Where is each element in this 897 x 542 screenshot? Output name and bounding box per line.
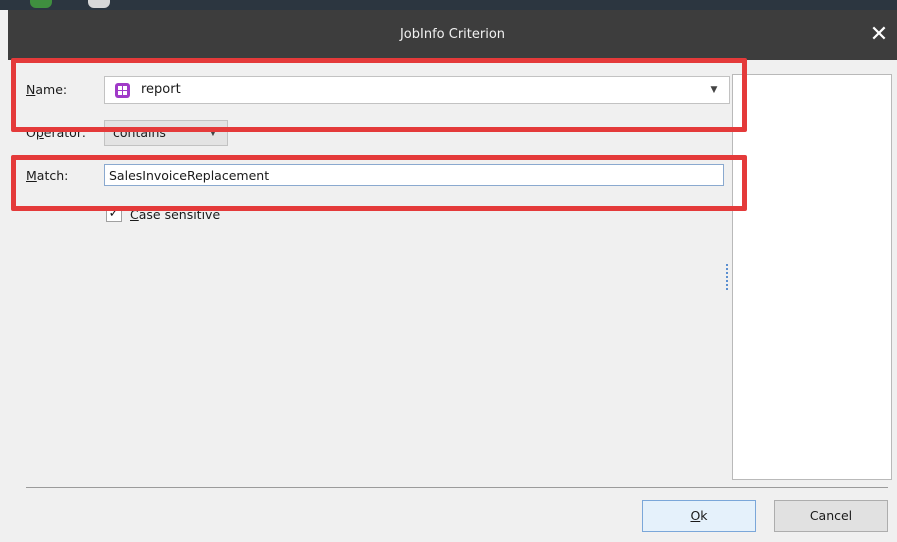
operator-label: Operator: <box>26 125 86 140</box>
close-icon[interactable]: ✕ <box>861 10 897 60</box>
match-label: Match: <box>26 168 69 183</box>
name-label: Name: <box>26 82 68 97</box>
report-icon <box>115 83 130 98</box>
chevron-down-icon[interactable]: ▼ <box>701 79 727 101</box>
dialog-body: Name: report ▼ Operator: contains ▼ Matc… <box>8 60 897 542</box>
desktop-app-icon <box>30 0 52 8</box>
case-sensitive-checkbox[interactable]: ✓ <box>106 206 122 222</box>
side-panel <box>732 74 892 480</box>
case-sensitive-label[interactable]: Case sensitive <box>130 207 220 222</box>
button-separator <box>26 487 888 488</box>
dialog-title: JobInfo Criterion <box>399 27 506 42</box>
desktop-app-icon <box>88 0 110 8</box>
dialog-title-bar: JobInfo Criterion ✕ <box>8 10 897 60</box>
operator-select[interactable]: contains ▼ <box>104 120 228 146</box>
splitter-grip[interactable] <box>726 264 730 290</box>
operator-value: contains <box>113 125 166 140</box>
match-input[interactable] <box>104 164 724 186</box>
cancel-button[interactable]: Cancel <box>774 500 888 532</box>
chevron-down-icon[interactable]: ▼ <box>203 121 223 145</box>
ok-button[interactable]: Ok <box>642 500 756 532</box>
name-value: report <box>141 82 181 97</box>
desktop-background <box>0 0 897 10</box>
name-combobox[interactable]: report ▼ <box>104 76 730 104</box>
